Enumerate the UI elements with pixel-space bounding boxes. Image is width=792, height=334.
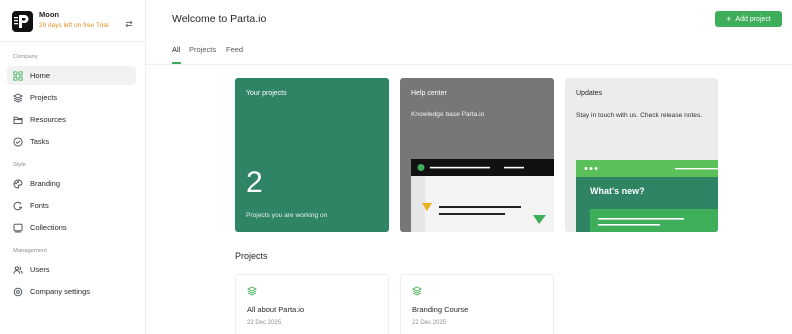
- layers-icon: [247, 286, 257, 296]
- projects-section-title: Projects: [235, 251, 268, 261]
- sidebar-item-collections[interactable]: Collections: [7, 218, 136, 237]
- section-label-company: Company: [13, 54, 38, 60]
- tab-projects[interactable]: Projects: [189, 45, 216, 54]
- sidebar-item-tasks[interactable]: Tasks: [7, 132, 136, 151]
- help-illustration: [411, 159, 554, 232]
- collection-icon: [13, 223, 23, 232]
- users-icon: [13, 265, 23, 274]
- sidebar-item-label: Branding: [30, 179, 61, 188]
- project-date: 22 Dec 2025: [247, 320, 282, 326]
- project-card[interactable]: All about Parta.io 22 Dec 2025: [235, 274, 389, 334]
- updates-description: Stay in touch with us. Check release not…: [576, 112, 703, 119]
- updates-card[interactable]: Updates Stay in touch with us. Check rel…: [565, 78, 718, 232]
- section-label-style: Style: [13, 162, 26, 168]
- p-logo-icon: [12, 11, 33, 32]
- whats-new-banner: What's new?: [590, 186, 645, 196]
- palette-icon: [13, 179, 23, 188]
- sidebar-divider: [0, 41, 146, 42]
- plus-icon: +: [726, 13, 732, 24]
- project-date: 22 Dec 2025: [412, 320, 447, 326]
- font-icon: [13, 201, 22, 210]
- sidebar-item-users[interactable]: Users: [7, 260, 136, 279]
- layers-icon: [13, 92, 23, 103]
- org-name: Moon: [39, 10, 59, 19]
- card-title: Updates: [576, 90, 603, 97]
- card-title: Your projects: [246, 90, 287, 97]
- org-switcher[interactable]: Moon 29 days left on free Trial: [12, 9, 136, 41]
- check-circle-icon: [13, 136, 23, 147]
- folder-icon: [13, 116, 23, 124]
- sidebar-item-projects[interactable]: Projects: [7, 88, 136, 107]
- add-project-label: Add project: [735, 15, 771, 23]
- updates-illustration: [576, 160, 718, 232]
- sidebar-item-label: Company settings: [30, 287, 91, 296]
- sidebar-item-resources[interactable]: Resources: [7, 110, 136, 129]
- tab-feed[interactable]: Feed: [226, 45, 243, 54]
- sidebar-item-branding[interactable]: Branding: [7, 174, 136, 193]
- sidebar-item-fonts[interactable]: Fonts: [7, 196, 136, 215]
- sidebar-item-home[interactable]: Home: [7, 66, 136, 85]
- sidebar-item-label: Home: [30, 71, 51, 80]
- layers-icon: [412, 286, 422, 296]
- your-projects-card[interactable]: Your projects 2 Projects you are working…: [235, 78, 389, 232]
- trial-status: 29 days left on free Trial: [39, 22, 109, 29]
- sidebar: Moon 29 days left on free Trial Company …: [0, 0, 146, 334]
- sidebar-item-label: Fonts: [30, 201, 49, 210]
- project-card[interactable]: Branding Course 22 Dec 2025: [400, 274, 554, 334]
- sidebar-item-label: Projects: [30, 93, 58, 102]
- project-title: All about Parta.io: [247, 305, 305, 314]
- card-title: Help center: [411, 90, 447, 97]
- project-title: Branding Course: [412, 305, 469, 314]
- page-title: Welcome to Parta.io: [172, 13, 267, 25]
- sidebar-item-label: Resources: [30, 115, 66, 124]
- swap-icon[interactable]: [124, 16, 134, 28]
- add-project-button[interactable]: + Add project: [715, 11, 782, 27]
- sidebar-item-label: Users: [30, 265, 50, 274]
- help-center-card[interactable]: Help center Knowledge base Parta.io: [400, 78, 554, 232]
- tab-all[interactable]: All: [172, 45, 180, 54]
- home-grid-icon: [13, 70, 23, 81]
- section-label-management: Management: [13, 248, 47, 254]
- sidebar-item-company-settings[interactable]: Company settings: [7, 282, 136, 301]
- gear-icon: [13, 287, 23, 296]
- sidebar-item-label: Tasks: [30, 137, 50, 146]
- knowledge-base-link[interactable]: Knowledge base Parta.io: [411, 111, 484, 118]
- sidebar-item-label: Collections: [30, 223, 67, 232]
- project-count: 2: [246, 166, 263, 199]
- card-subtitle: Projects you are working on: [246, 212, 328, 219]
- tabs-divider: [146, 64, 792, 65]
